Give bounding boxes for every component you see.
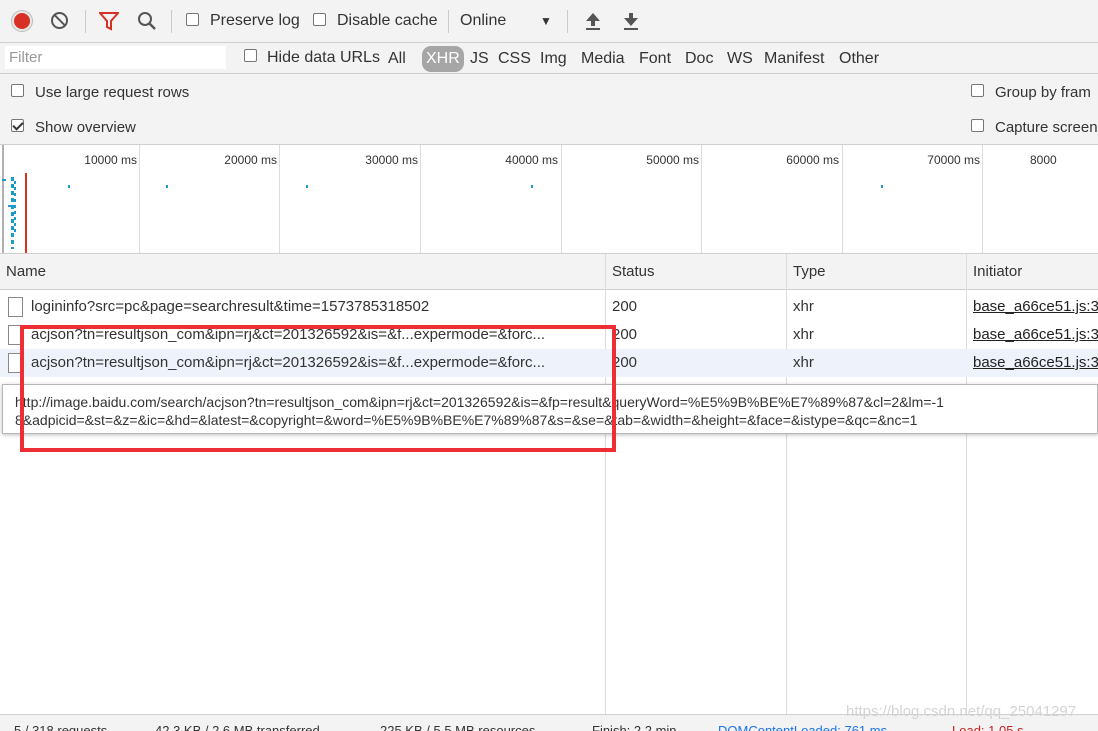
overview-gridline <box>279 145 280 253</box>
overview-gridline <box>982 145 983 253</box>
overview-request-dot <box>306 185 308 188</box>
overview-tick-label: 20000 ms <box>224 153 277 167</box>
type-filter-manifest[interactable]: Manifest <box>760 46 828 72</box>
table-row[interactable]: logininfo?src=pc&page=searchresult&time=… <box>0 293 1098 321</box>
import-har-icon[interactable] <box>584 12 602 31</box>
overview-tick-label: 60000 ms <box>786 153 839 167</box>
type-filter-xhr[interactable]: XHR <box>422 46 464 72</box>
toolbar-divider <box>567 10 568 33</box>
overview-request-bars <box>8 205 11 207</box>
overview-gridline <box>420 145 421 253</box>
overview-tick-label: 70000 ms <box>927 153 980 167</box>
overview-scroll-marker <box>2 145 4 253</box>
request-name: acjson?tn=resultjson_com&ipn=rj&ct=20132… <box>31 354 546 371</box>
filter-icon[interactable] <box>99 12 119 31</box>
overview-request-dot <box>68 185 70 188</box>
throttling-select[interactable]: Online ▼ <box>460 12 555 32</box>
export-har-icon[interactable] <box>622 12 640 31</box>
table-row[interactable]: acjson?tn=resultjson_com&ipn=rj&ct=20132… <box>0 321 1098 349</box>
throttling-value: Online <box>460 12 507 29</box>
request-type: xhr <box>793 354 814 371</box>
column-header-initiator[interactable]: Initiator <box>973 263 1022 280</box>
large-rows-checkbox[interactable] <box>11 84 24 97</box>
request-initiator-link[interactable]: base_a66ce51.js:3 <box>973 354 1098 371</box>
toolbar-divider <box>171 10 172 33</box>
url-tooltip: http://image.baidu.com/search/acjson?tn=… <box>2 384 1098 434</box>
overview-load-marker <box>25 173 27 253</box>
large-rows-label: Use large request rows <box>35 84 190 101</box>
status-resources: 225 KB / 5.5 MB resources <box>380 723 536 731</box>
tooltip-url-line-1: http://image.baidu.com/search/acjson?tn=… <box>15 394 944 410</box>
overview-gridline <box>701 145 702 253</box>
preserve-log-label: Preserve log <box>210 12 300 29</box>
record-icon[interactable] <box>12 11 32 31</box>
disable-cache-checkbox[interactable] <box>313 13 326 26</box>
request-name: acjson?tn=resultjson_com&ipn=rj&ct=20132… <box>31 326 546 343</box>
overview-gridline <box>842 145 843 253</box>
table-row[interactable]: acjson?tn=resultjson_com&ipn=rj&ct=20132… <box>0 349 1098 377</box>
overview-request-bars <box>14 181 16 233</box>
show-overview-checkbox[interactable] <box>11 119 24 132</box>
overview-gridline <box>561 145 562 253</box>
chevron-down-icon: ▼ <box>540 14 552 28</box>
overview-request-dot <box>881 185 883 188</box>
network-toolbar: Preserve log Disable cache Online ▼ <box>0 0 1098 43</box>
overview-request-dot <box>531 185 533 188</box>
request-name: logininfo?src=pc&page=searchresult&time=… <box>31 298 430 315</box>
tooltip-url-line-2: 8&adpicid=&st=&z=&ic=&hd=&latest=&copyri… <box>15 412 918 428</box>
document-icon <box>8 297 23 317</box>
document-icon <box>8 325 23 345</box>
column-header-name[interactable]: Name <box>6 263 46 280</box>
overview-request-dot <box>166 185 168 188</box>
status-finish: Finish: 2.2 min <box>592 723 677 731</box>
disable-cache-label: Disable cache <box>337 12 438 29</box>
status-domcontentloaded: DOMContentLoaded: 761 ms <box>718 723 888 731</box>
filter-input[interactable] <box>5 46 226 69</box>
type-filter-all[interactable]: All <box>384 46 410 72</box>
group-by-frame-checkbox[interactable] <box>971 84 984 97</box>
group-by-frame-label: Group by fram <box>995 84 1091 101</box>
watermark: https://blog.csdn.net/qq_25041297 <box>846 703 1077 720</box>
status-requests: 5 / 318 requests <box>14 723 108 731</box>
document-icon <box>8 353 23 373</box>
clear-icon[interactable] <box>51 12 68 29</box>
overview-gridline <box>139 145 140 253</box>
column-header-status[interactable]: Status <box>612 263 655 280</box>
type-filter-font[interactable]: Font <box>635 46 675 72</box>
type-filter-other[interactable]: Other <box>835 46 883 72</box>
capture-screenshots-label: Capture screen <box>995 119 1098 136</box>
overview-tick-label: 10000 ms <box>84 153 137 167</box>
type-filter-img[interactable]: Img <box>536 46 571 72</box>
overview-tick-label: 8000 <box>1030 153 1057 167</box>
overview-tick-label: 50000 ms <box>646 153 699 167</box>
request-status: 200 <box>612 298 638 315</box>
search-icon[interactable] <box>137 11 157 31</box>
type-filter-css[interactable]: CSS <box>494 46 535 72</box>
status-load: Load: 1.05 s <box>952 723 1024 731</box>
status-transferred: 42.3 KB / 2.6 MB transferred <box>155 723 320 731</box>
request-status: 200 <box>612 326 638 343</box>
request-status: 200 <box>612 354 638 371</box>
request-initiator-link[interactable]: base_a66ce51.js:3 <box>973 298 1098 315</box>
toolbar-divider <box>448 10 449 33</box>
capture-screenshots-checkbox[interactable] <box>971 119 984 132</box>
toolbar-divider <box>85 10 86 33</box>
type-filter-ws[interactable]: WS <box>723 46 757 72</box>
hide-data-urls-checkbox[interactable] <box>244 49 257 62</box>
request-type: xhr <box>793 298 814 315</box>
hide-data-urls-label: Hide data URLs <box>267 49 380 66</box>
request-type: xhr <box>793 326 814 343</box>
overview-tick-label: 40000 ms <box>505 153 558 167</box>
overview-tick-label: 30000 ms <box>365 153 418 167</box>
type-filter-js[interactable]: JS <box>466 46 493 72</box>
preserve-log-checkbox[interactable] <box>186 13 199 26</box>
overview-request-bars <box>2 179 6 181</box>
timeline-overview[interactable]: 10000 ms 20000 ms 30000 ms 40000 ms 5000… <box>0 145 1098 254</box>
column-header-type[interactable]: Type <box>793 263 826 280</box>
show-overview-label: Show overview <box>35 119 136 136</box>
request-initiator-link[interactable]: base_a66ce51.js:3 <box>973 326 1098 343</box>
type-filter-media[interactable]: Media <box>577 46 629 72</box>
type-filter-doc[interactable]: Doc <box>681 46 717 72</box>
requests-table-header <box>0 254 1098 290</box>
